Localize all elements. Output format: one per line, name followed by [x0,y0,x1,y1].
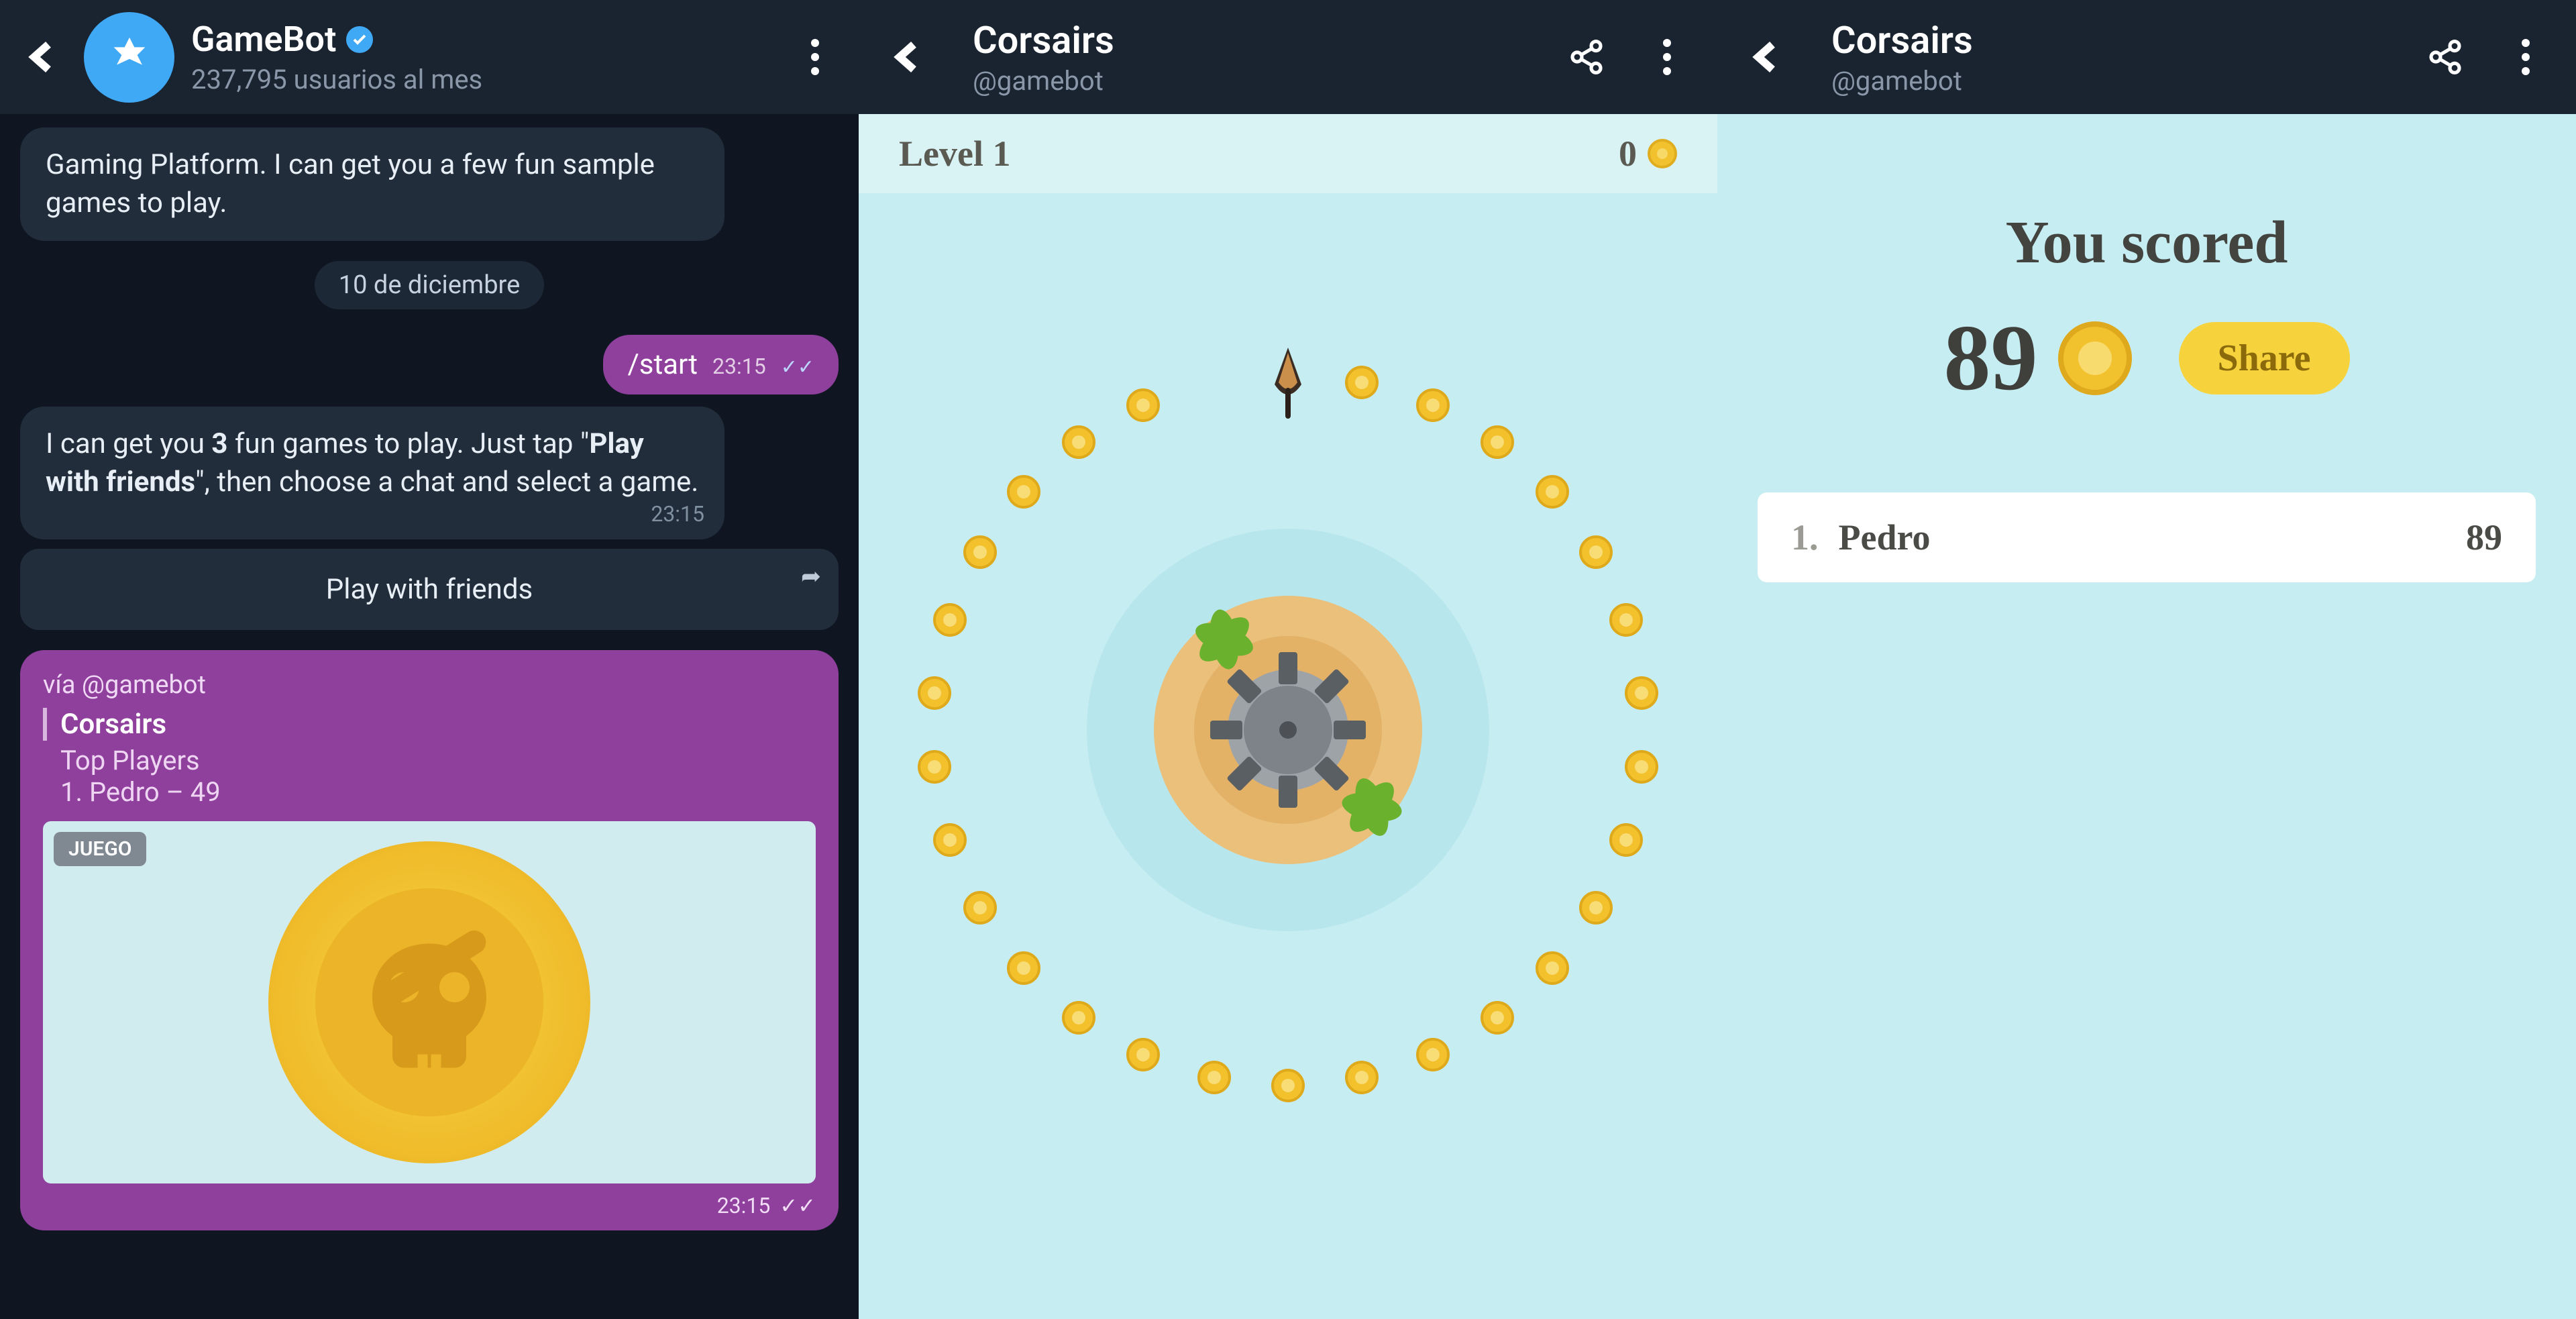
orbit-coin [1481,1001,1514,1035]
game-subtitle: @gamebot [1831,65,2388,97]
current-score: 0 [1619,133,1677,174]
score-header: Corsairs @gamebot [1717,0,2576,114]
game-title: Corsairs [973,18,1529,62]
bot-name: GameBot [191,19,336,60]
orbit-coin [1126,388,1160,422]
orbit-coin [1416,1038,1450,1071]
top-score-line: 1. Pedro – 49 [43,776,816,808]
orbit-coin [1481,425,1514,459]
bot-instruction-message[interactable]: I can get you 3 fun games to play. Just … [20,407,724,539]
game-title: Corsairs [43,708,816,741]
orbit-coin [1345,366,1379,399]
game-arena[interactable] [859,193,1717,1267]
instruction-time: 23:15 [651,500,704,529]
game-preview[interactable]: JUEGO [43,821,816,1183]
read-checks-icon: ✓✓ [781,356,814,379]
orbit-coin [963,891,997,925]
bot-subtitle: 237,795 usuarios al mes [191,64,792,95]
game-badge: JUEGO [54,832,146,866]
orbit-coin [1007,475,1040,509]
game-subtitle: @gamebot [973,65,1529,97]
orbit-coin [963,535,997,569]
palm-tree-icon [1342,777,1402,837]
orbit-coin [1625,676,1658,710]
player-score: 89 [2466,517,2502,558]
orbit-coin [1197,1061,1231,1094]
island [1154,596,1422,864]
orbit-coin [1345,1061,1379,1094]
score-panel: Corsairs @gamebot You scored 89 Share 1.… [1717,0,2576,1319]
share-button[interactable]: Share [2179,322,2350,394]
orbit-coin [1062,425,1095,459]
orbit-coin [1271,1069,1305,1102]
header-title-block[interactable]: Corsairs @gamebot [973,18,1529,97]
orbit-coin [1536,951,1569,985]
coin-icon [1648,139,1677,168]
bot-intro-message[interactable]: Gaming Platform. I can get you a few fun… [20,127,724,241]
score-line: 89 Share [1758,304,2536,412]
orbit-coin [1536,475,1569,509]
user-start-message[interactable]: /start 23:15 ✓✓ [603,335,839,394]
player-name: Pedro [1839,517,2467,558]
chat-title-block[interactable]: GameBot 237,795 usuarios al mes [191,19,792,95]
start-time: 23:15 [712,354,766,379]
ship-icon [1254,348,1322,421]
share-icon[interactable] [1563,34,1610,81]
forward-icon[interactable]: ➦ [801,562,821,590]
coin-skull-icon [268,841,590,1163]
header-title-block[interactable]: Corsairs @gamebot [1831,18,2388,97]
orbit-coin [1625,750,1658,784]
level-label: Level 1 [899,133,1010,174]
start-command: /start [627,348,698,381]
orbit-coin [1126,1038,1160,1071]
top-players-label: Top Players [43,745,816,776]
score-body: You scored 89 Share 1. Pedro 89 [1717,114,2576,582]
via-label: vía @gamebot [43,670,816,700]
card-time: 23:15 ✓✓ [717,1193,816,1218]
level-bar: Level 1 0 [859,114,1717,193]
orbit-coin [918,676,951,710]
back-icon[interactable] [20,34,67,81]
game-card[interactable]: vía @gamebot Corsairs Top Players 1. Ped… [20,650,839,1230]
orbit-coin [1416,388,1450,422]
orbit-coin [1579,535,1613,569]
chat-panel: GameBot 237,795 usuarios al mes Gaming P… [0,0,859,1319]
bot-avatar[interactable] [84,12,174,103]
back-icon[interactable] [885,34,932,81]
orbit-coin [1609,823,1643,857]
date-separator: 10 de diciembre [315,261,544,309]
game-level-panel: Corsairs @gamebot Level 1 0 [859,0,1717,1319]
fortress-icon [1228,670,1348,790]
back-icon[interactable] [1744,34,1791,81]
game-title: Corsairs [1831,18,2388,62]
more-icon[interactable] [1644,34,1690,81]
leaderboard-row[interactable]: 1. Pedro 89 [1758,492,2536,582]
verified-icon [346,26,373,53]
share-icon[interactable] [2422,34,2469,81]
coin-icon [2058,321,2132,395]
more-icon[interactable] [792,34,839,81]
orbit-coin [1609,603,1643,637]
read-checks-icon: ✓✓ [780,1193,816,1218]
more-icon[interactable] [2502,34,2549,81]
orbit-coin [933,603,967,637]
game-header: Corsairs @gamebot [859,0,1717,114]
orbit-coin [1579,891,1613,925]
you-scored-label: You scored [1758,208,2536,277]
orbit-coin [1062,1001,1095,1035]
orbit-coin [918,750,951,784]
orbit-coin [1007,951,1040,985]
rank: 1. [1791,517,1819,558]
orbit-coin [933,823,967,857]
chat-header: GameBot 237,795 usuarios al mes [0,0,859,114]
chat-body: Gaming Platform. I can get you a few fun… [0,114,859,1319]
play-with-friends-button[interactable]: Play with friends ➦ [20,549,839,630]
final-score: 89 [1944,304,2038,412]
palm-tree-icon [1194,609,1254,670]
